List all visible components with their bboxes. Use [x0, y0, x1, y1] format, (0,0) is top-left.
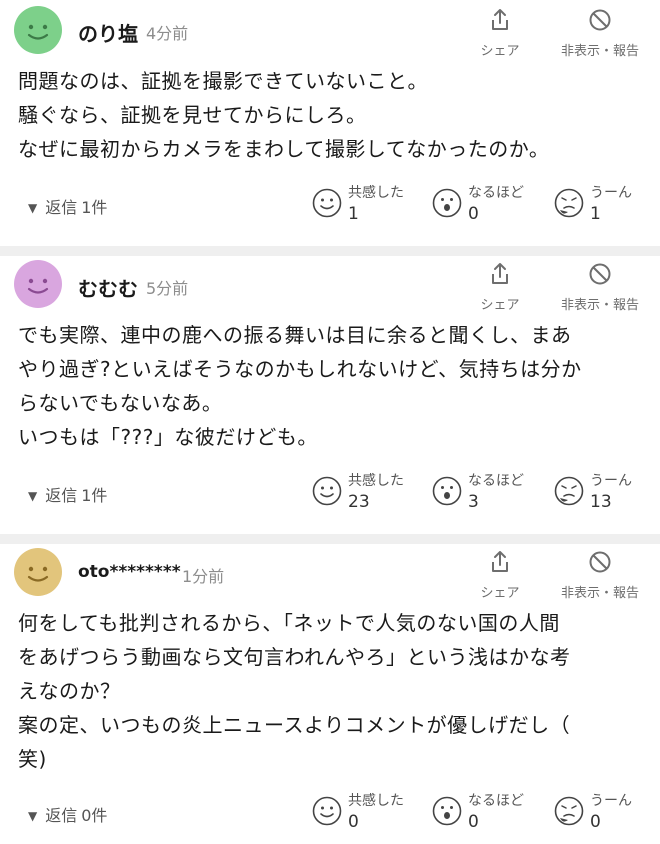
- block-icon: [555, 550, 645, 578]
- troubled-face-icon: [554, 476, 584, 510]
- reaction-empathy[interactable]: 共感した 1: [312, 182, 422, 230]
- username[interactable]: のり塩: [78, 18, 138, 47]
- troubled-face-icon: [554, 796, 584, 830]
- smile-face-icon: [312, 188, 342, 222]
- reaction-count: 3: [468, 492, 479, 512]
- reaction-count: 0: [590, 812, 601, 832]
- share-button[interactable]: シェア: [465, 550, 535, 601]
- share-icon: [465, 550, 535, 578]
- reaction-hmm[interactable]: うーん 13: [554, 470, 654, 518]
- share-icon: [465, 262, 535, 290]
- reaction-label: なるほど: [468, 793, 524, 809]
- avatar[interactable]: [14, 6, 62, 54]
- reaction-label: 共感した: [348, 793, 404, 809]
- avatar[interactable]: [14, 260, 62, 308]
- hide-report-label: 非表示・報告: [560, 586, 639, 601]
- reaction-count: 13: [590, 492, 612, 512]
- troubled-face-icon: [554, 188, 584, 222]
- reply-count: 0件: [81, 806, 108, 825]
- surprised-face-icon: [432, 796, 462, 830]
- reaction-count: 0: [468, 812, 479, 832]
- reaction-count: 0: [348, 812, 359, 832]
- reply-toggle[interactable]: ▼ 返信 0件: [28, 802, 107, 826]
- reaction-label: なるほど: [468, 185, 524, 201]
- surprised-face-icon: [432, 476, 462, 510]
- comment-card: oto******** 1分前 シェア 非表示・報告 何をしても批判されるから、…: [0, 544, 660, 844]
- timestamp: 4分前: [146, 24, 189, 43]
- reaction-label: 共感した: [348, 185, 404, 201]
- reaction-label: うーん: [590, 793, 632, 809]
- comment-body: 何をしても批判されるから、「ネットで人気のない国の人間 をあげつらう動画なら文句…: [18, 611, 571, 771]
- reaction-count: 0: [468, 204, 479, 224]
- reaction-empathy[interactable]: 共感した 0: [312, 790, 422, 838]
- comment-body: 問題なのは、証拠を撮影できていないこと。 騒ぐなら、証拠を見せてからにしろ。 な…: [18, 69, 550, 161]
- reaction-count: 1: [590, 204, 601, 224]
- surprised-face-icon: [432, 188, 462, 222]
- smile-face-icon: [312, 476, 342, 510]
- reaction-insight[interactable]: なるほど 3: [432, 470, 542, 518]
- reaction-empathy[interactable]: 共感した 23: [312, 470, 422, 518]
- reaction-hmm[interactable]: うーん 1: [554, 182, 654, 230]
- reply-label: 返信: [45, 486, 78, 505]
- comment-card: のり塩 4分前 シェア 非表示・報告 問題なのは、証拠を撮影できていないこと。 …: [0, 0, 660, 246]
- reply-label: 返信: [45, 198, 78, 217]
- hide-report-button[interactable]: 非表示・報告: [555, 550, 645, 601]
- block-icon: [555, 262, 645, 290]
- comment-body: でも実際、連中の鹿への振る舞いは目に余ると聞くし、まあ やり過ぎ?といえばそうな…: [18, 323, 582, 449]
- avatar[interactable]: [14, 548, 62, 596]
- hide-report-button[interactable]: 非表示・報告: [555, 262, 645, 313]
- comment-divider: [0, 246, 660, 256]
- username[interactable]: oto********: [78, 562, 181, 582]
- reaction-count: 23: [348, 492, 370, 512]
- caret-down-icon: ▼: [28, 201, 38, 215]
- hide-report-button[interactable]: 非表示・報告: [555, 8, 645, 59]
- comment-card: むむむ 5分前 シェア 非表示・報告 でも実際、連中の鹿への振る舞いは目に余ると…: [0, 256, 660, 534]
- smile-face-icon: [312, 796, 342, 830]
- share-label: シェア: [480, 44, 520, 59]
- share-icon: [465, 8, 535, 36]
- share-label: シェア: [480, 298, 520, 313]
- reaction-hmm[interactable]: うーん 0: [554, 790, 654, 838]
- share-button[interactable]: シェア: [465, 262, 535, 313]
- reaction-label: うーん: [590, 185, 632, 201]
- timestamp: 5分前: [146, 279, 189, 298]
- reaction-count: 1: [348, 204, 359, 224]
- share-label: シェア: [480, 586, 520, 601]
- reaction-label: なるほど: [468, 473, 524, 489]
- reply-count: 1件: [81, 486, 108, 505]
- hide-report-label: 非表示・報告: [560, 298, 639, 313]
- reply-toggle[interactable]: ▼ 返信 1件: [28, 482, 107, 506]
- username[interactable]: むむむ: [78, 273, 138, 302]
- hide-report-label: 非表示・報告: [560, 44, 639, 59]
- reply-count: 1件: [81, 198, 108, 217]
- reaction-insight[interactable]: なるほど 0: [432, 790, 542, 838]
- reaction-label: うーん: [590, 473, 632, 489]
- caret-down-icon: ▼: [28, 489, 38, 503]
- block-icon: [555, 8, 645, 36]
- caret-down-icon: ▼: [28, 809, 38, 823]
- reply-toggle[interactable]: ▼ 返信 1件: [28, 194, 107, 218]
- reaction-label: 共感した: [348, 473, 404, 489]
- reaction-insight[interactable]: なるほど 0: [432, 182, 542, 230]
- share-button[interactable]: シェア: [465, 8, 535, 59]
- timestamp: 1分前: [182, 567, 225, 586]
- reply-label: 返信: [45, 806, 78, 825]
- comment-divider: [0, 534, 660, 544]
